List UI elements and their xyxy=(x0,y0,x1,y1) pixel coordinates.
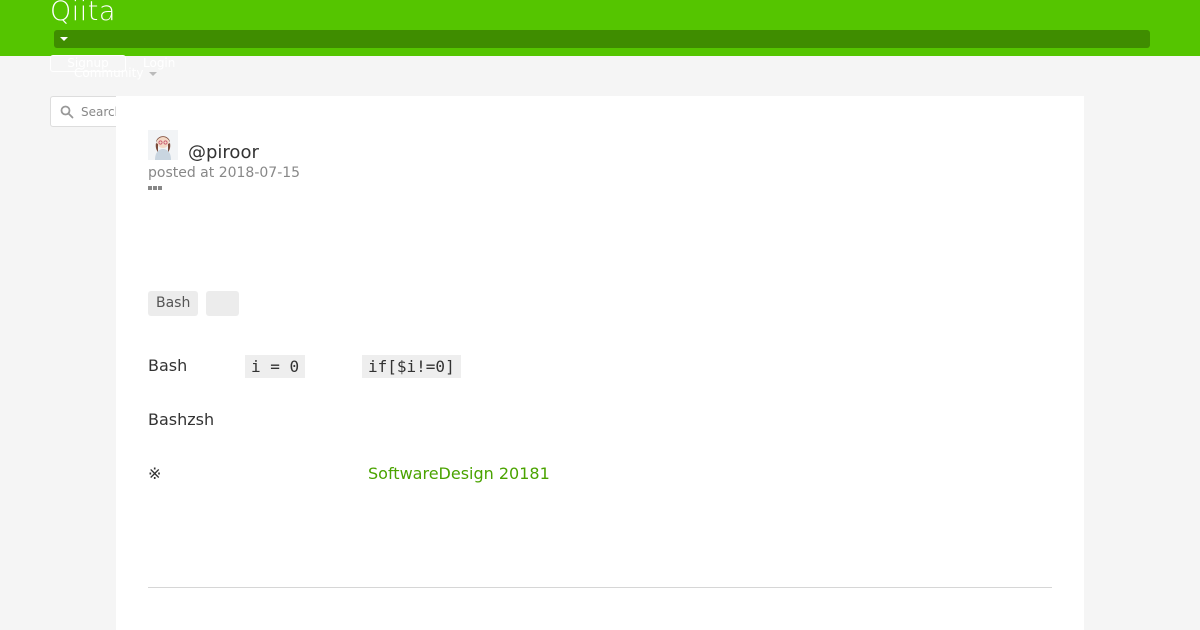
divider xyxy=(148,587,1052,588)
softwaredesign-link[interactable]: SoftwareDesign 20181 xyxy=(368,463,550,485)
inline-code: if[$i!=0] xyxy=(362,355,461,378)
tag-item[interactable] xyxy=(206,291,239,316)
community-label: Community xyxy=(74,66,144,80)
body-text-line: Bashzsh xyxy=(148,410,215,429)
chevron-down-icon xyxy=(149,71,158,76)
search-icon xyxy=(60,105,74,119)
qiita-logo[interactable]: Qiita xyxy=(50,0,116,30)
community-dropdown[interactable]: Community xyxy=(74,66,158,81)
tag-bash[interactable]: Bash xyxy=(148,291,198,316)
more-options-icon[interactable] xyxy=(148,186,162,190)
article-panel: @piroor posted at 2018-07-15 Bash Bash i… xyxy=(116,96,1084,630)
top-navigation-bar: Qiita xyxy=(0,0,1200,56)
avatar[interactable] xyxy=(148,130,178,160)
global-menu-bar[interactable] xyxy=(54,30,1150,48)
menu-caret-icon[interactable] xyxy=(60,37,68,41)
note-mark: ※ xyxy=(148,464,162,483)
inline-code: i = 0 xyxy=(245,355,306,378)
body-text-line: Bash xyxy=(148,356,188,375)
posted-date: posted at 2018-07-15 xyxy=(148,165,301,181)
author-username[interactable]: @piroor xyxy=(188,142,259,164)
